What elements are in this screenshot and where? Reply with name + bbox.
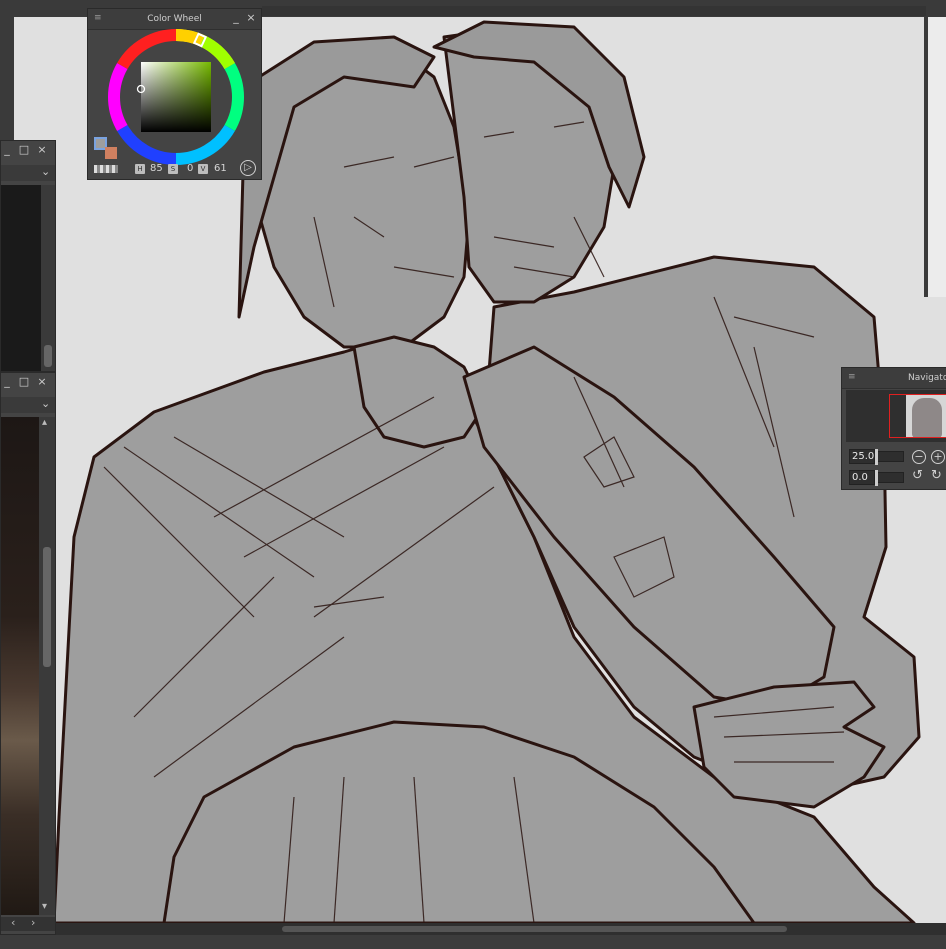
navigator-view-frame[interactable] [889, 394, 946, 438]
top-toolbar-strip [262, 6, 926, 16]
dropdown-field[interactable]: ⌄ [1, 397, 55, 413]
preview-area [1, 185, 41, 371]
rotation-slider[interactable] [875, 470, 904, 486]
value-value: 61 [214, 163, 227, 174]
rotate-right-icon[interactable]: ↻ [931, 468, 942, 483]
minimize-button[interactable]: _ [0, 375, 14, 389]
vertical-scrollbar[interactable]: ▴ ▾ [39, 417, 55, 915]
scroll-down-icon[interactable]: ▾ [42, 901, 47, 912]
chevron-down-icon: ⌄ [41, 397, 51, 410]
color-wheel[interactable] [106, 27, 246, 167]
scroll-left-icon[interactable]: ‹ [11, 916, 15, 929]
scroll-up-icon[interactable]: ▴ [42, 417, 47, 428]
hue-value: 85 [150, 163, 163, 174]
value-label-icon: V [198, 164, 208, 174]
reference-image [1, 417, 39, 915]
horizontal-scrollbar[interactable]: ‹ › [1, 916, 55, 931]
scrollbar-thumb[interactable] [43, 547, 51, 667]
scrollbar-thumb[interactable] [44, 345, 52, 367]
status-bar [0, 935, 946, 949]
minimize-button[interactable]: _ [229, 11, 243, 25]
left-panel-bottom: _ □ × ⌄ ▴ ▾ ‹ › [0, 372, 56, 935]
navigator-panel: Navigato ≡ 25.0 − + 0.0 ↺ ↻ [841, 367, 946, 490]
rotation-slider-handle[interactable] [875, 470, 878, 486]
close-button[interactable]: × [244, 11, 258, 25]
close-button[interactable]: × [35, 375, 49, 389]
zoom-slider-handle[interactable] [875, 449, 878, 465]
zoom-slider[interactable] [875, 449, 904, 465]
rotate-left-icon[interactable]: ↺ [912, 468, 923, 483]
panel-menu-icon[interactable]: ≡ [848, 372, 858, 382]
zoom-out-icon[interactable]: − [912, 450, 926, 464]
scroll-right-icon[interactable]: › [31, 916, 35, 929]
maximize-button[interactable]: □ [17, 143, 31, 157]
chevron-down-icon: ⌄ [41, 165, 51, 178]
vertical-scrollbar[interactable] [41, 185, 55, 371]
saturation-label-icon: S [168, 164, 178, 174]
sub-color-swatch[interactable] [105, 147, 117, 159]
navigator-title: Navigato [908, 373, 946, 383]
rotation-field[interactable]: 0.0 [849, 470, 875, 485]
panel-menu-icon[interactable]: ≡ [94, 13, 104, 23]
saturation-value: 0 [187, 163, 194, 174]
zoom-in-icon[interactable]: + [931, 450, 945, 464]
maximize-button[interactable]: □ [17, 375, 31, 389]
zoom-field[interactable]: 25.0 [849, 449, 875, 464]
dropdown-field[interactable]: ⌄ [1, 165, 55, 181]
color-wheel-title: Color Wheel [147, 14, 202, 24]
navigator-preview[interactable] [846, 390, 946, 442]
bottom-scrollbar-thumb[interactable] [282, 926, 787, 932]
close-button[interactable]: × [35, 143, 49, 157]
hue-label-icon: H [135, 164, 145, 174]
left-panel-top: _ □ × ⌄ [0, 140, 56, 372]
color-wheel-panel: Color Wheel ≡ _ × H 85 S 0 V 61 ▷ [87, 8, 262, 180]
transparent-swatch[interactable] [94, 165, 118, 173]
minimize-button[interactable]: _ [0, 143, 14, 157]
right-panel-edge [924, 17, 946, 297]
play-icon[interactable]: ▷ [240, 160, 256, 176]
